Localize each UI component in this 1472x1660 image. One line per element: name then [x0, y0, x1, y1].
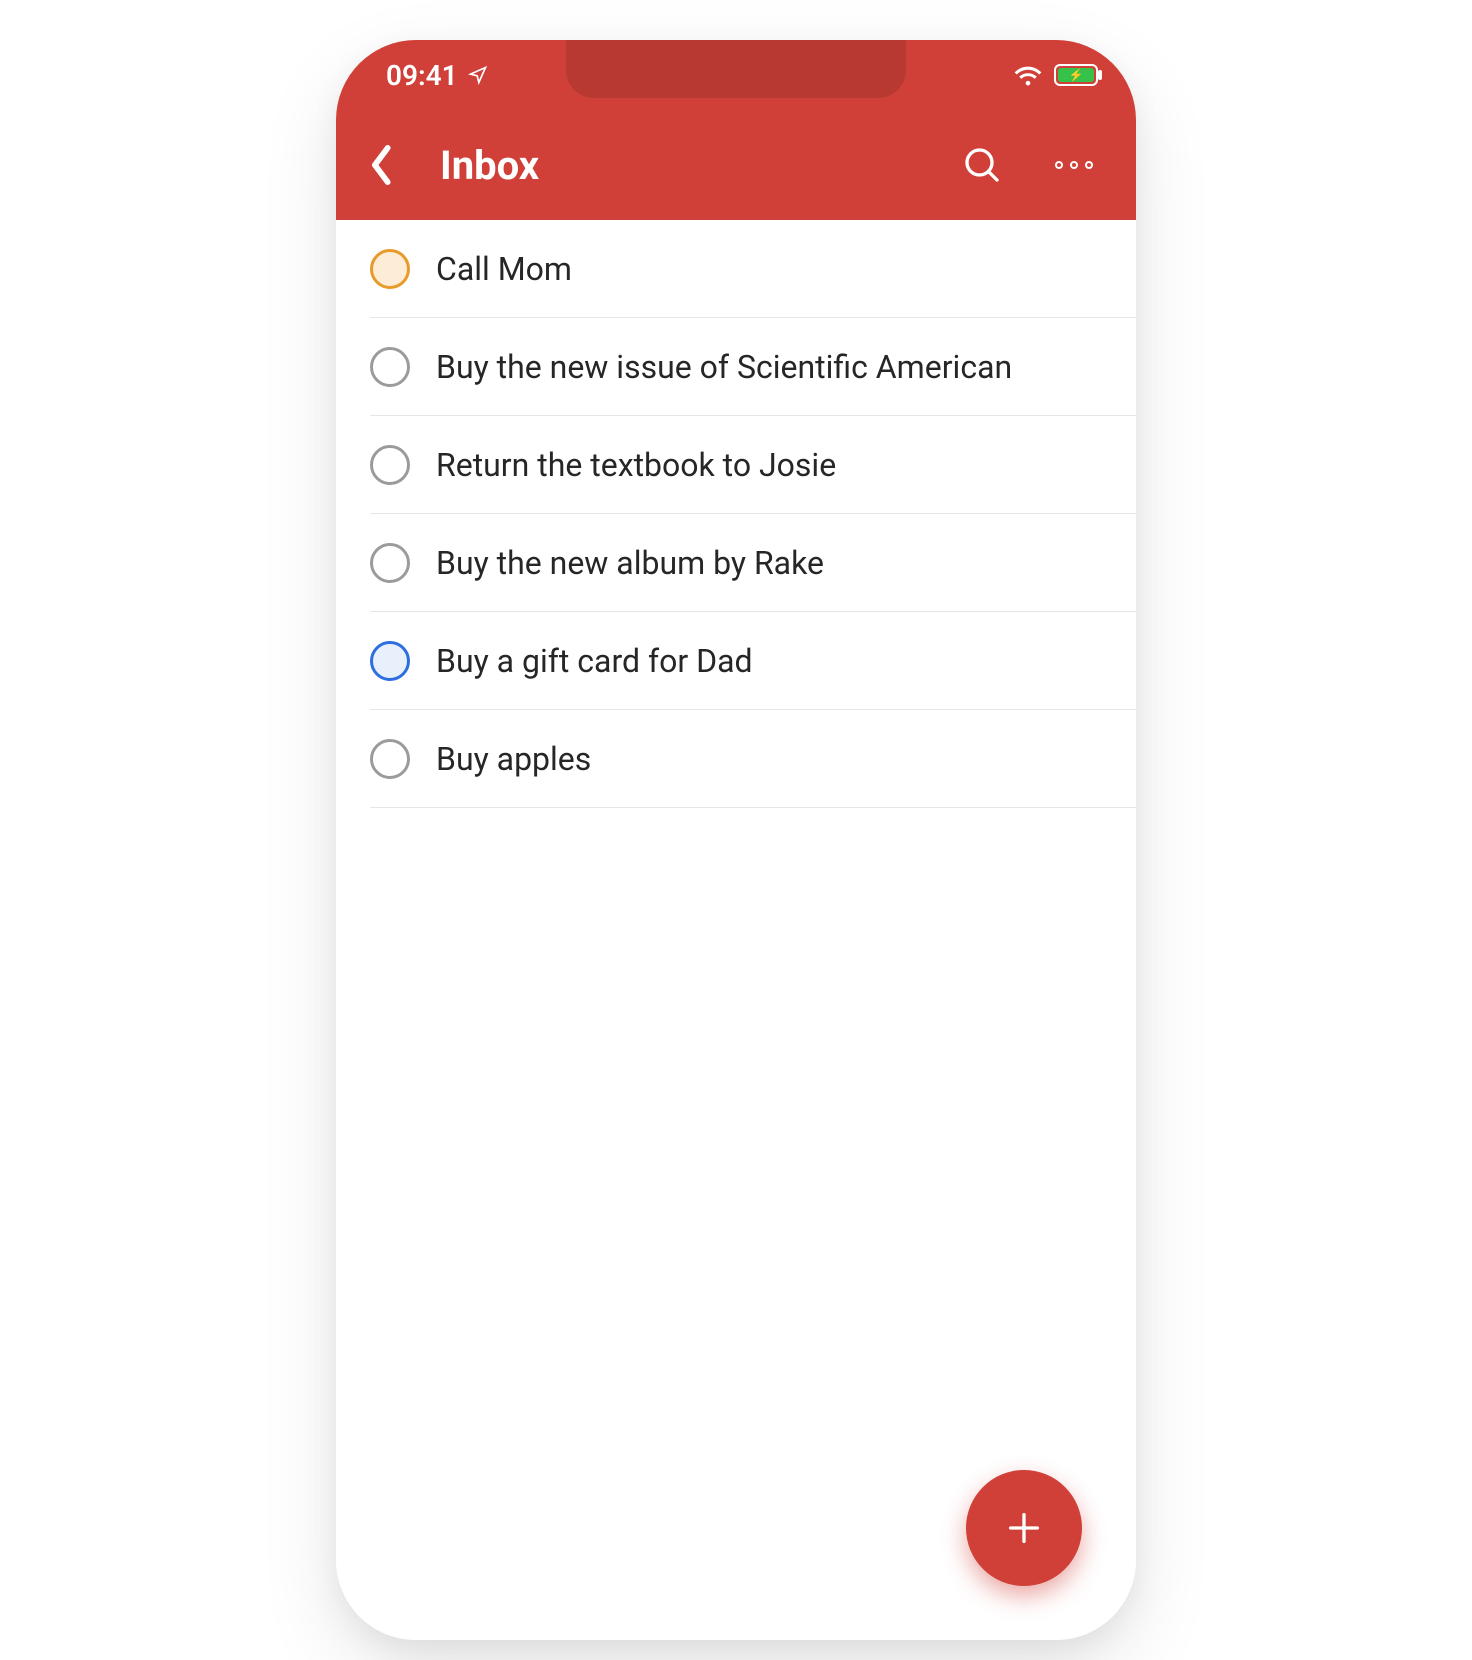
task-checkbox[interactable]: [370, 445, 410, 485]
wifi-icon: [1014, 64, 1042, 86]
task-row[interactable]: Buy the new album by Rake: [370, 514, 1136, 612]
task-checkbox[interactable]: [370, 249, 410, 289]
task-row[interactable]: Buy a gift card for Dad: [370, 612, 1136, 710]
battery-icon: ⚡: [1054, 64, 1098, 86]
task-checkbox[interactable]: [370, 739, 410, 779]
status-right: ⚡: [1014, 64, 1098, 86]
task-list: Call Mom Buy the new issue of Scientific …: [336, 220, 1136, 808]
nav-bar: Inbox: [336, 110, 1136, 220]
task-row[interactable]: Buy apples: [370, 710, 1136, 808]
back-button[interactable]: [354, 137, 410, 193]
more-icon: [1055, 161, 1093, 169]
search-button[interactable]: [958, 141, 1006, 189]
plus-icon: [1004, 1508, 1044, 1548]
task-row[interactable]: Buy the new issue of Scientific American: [370, 318, 1136, 416]
status-left: 09:41: [386, 59, 488, 92]
battery-charging-icon: ⚡: [1069, 69, 1084, 81]
page-title: Inbox: [434, 142, 934, 189]
phone-frame: 09:41 ⚡: [336, 40, 1136, 1640]
task-checkbox[interactable]: [370, 641, 410, 681]
task-row[interactable]: Call Mom: [370, 220, 1136, 318]
task-checkbox[interactable]: [370, 543, 410, 583]
nav-actions: [958, 141, 1108, 189]
stage: 09:41 ⚡: [0, 0, 1472, 1660]
content-area: Call Mom Buy the new issue of Scientific …: [336, 220, 1136, 1640]
task-title: Buy apples: [436, 740, 591, 778]
more-button[interactable]: [1050, 141, 1098, 189]
app-header: 09:41 ⚡: [336, 40, 1136, 220]
task-title: Buy the new issue of Scientific American: [436, 348, 1012, 386]
task-title: Buy the new album by Rake: [436, 544, 824, 582]
search-icon: [962, 145, 1002, 185]
status-time: 09:41: [386, 59, 458, 92]
task-title: Call Mom: [436, 250, 572, 288]
battery-fill: ⚡: [1058, 68, 1094, 82]
task-title: Return the textbook to Josie: [436, 446, 836, 484]
chevron-left-icon: [368, 145, 396, 185]
status-bar: 09:41 ⚡: [336, 40, 1136, 110]
task-row[interactable]: Return the textbook to Josie: [370, 416, 1136, 514]
task-checkbox[interactable]: [370, 347, 410, 387]
add-task-button[interactable]: [966, 1470, 1082, 1586]
task-title: Buy a gift card for Dad: [436, 642, 753, 680]
location-icon: [468, 65, 488, 85]
